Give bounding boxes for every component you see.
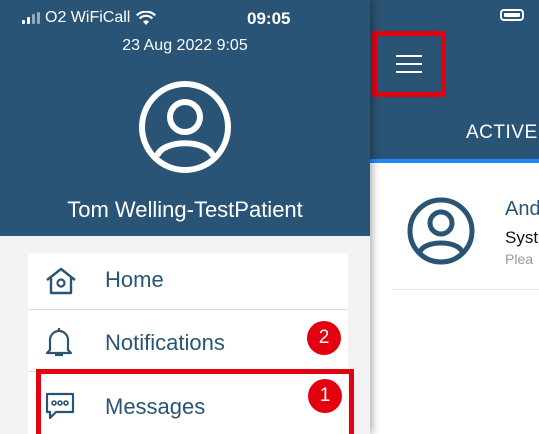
menu-item-label: Home	[105, 267, 164, 292]
menu-item-home[interactable]: Home	[28, 253, 348, 309]
wifi-icon	[136, 10, 157, 25]
sender-avatar-icon	[407, 197, 475, 265]
patient-name: Tom Welling-TestPatient	[67, 197, 303, 222]
tab-active[interactable]: ACTIVE	[466, 122, 538, 144]
message-type: Syst	[505, 228, 539, 247]
carrier-name: O2 WiFiCall	[45, 9, 131, 26]
messages-highlight-box	[36, 369, 354, 434]
user-circle-icon[interactable]	[137, 79, 233, 175]
message-sender-name: And	[505, 198, 539, 220]
drawer-datetime: 23 Aug 2022 9:05	[122, 37, 248, 54]
message-preview: Plea	[505, 251, 534, 267]
hamburger-menu-button[interactable]	[372, 31, 446, 97]
menu-item-notifications[interactable]: Notifications	[28, 309, 348, 372]
drawer-header: O2 WiFiCall 09:05 23 Aug 2022 9:05 Tom W…	[0, 0, 370, 236]
status-time: 09:05	[247, 9, 291, 28]
hamburger-menu-icon	[396, 55, 422, 73]
home-icon	[46, 267, 76, 295]
status-carrier: O2 WiFiCall	[22, 9, 157, 27]
battery-icon	[500, 9, 524, 21]
divider	[392, 289, 539, 290]
bell-icon	[45, 328, 73, 357]
notifications-badge: 2	[307, 321, 341, 355]
signal-icon	[22, 12, 40, 24]
menu-item-label: Notifications	[105, 330, 225, 355]
